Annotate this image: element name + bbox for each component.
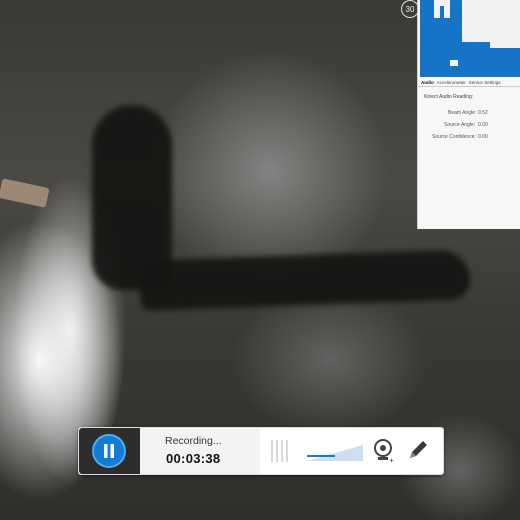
tab-sensor-settings[interactable]: Sensor Settings [469, 80, 501, 85]
webcam-add-icon[interactable]: + [373, 438, 395, 464]
panel-tabs: Audio Accelerometer Sensor Settings [418, 78, 520, 87]
pause-icon [104, 444, 114, 458]
source-angle-value: 0.00 [478, 122, 488, 128]
map-thumbnail [420, 0, 520, 77]
svg-text:+: + [389, 456, 394, 464]
pause-button[interactable] [92, 434, 126, 468]
kinect-info-panel: Audio Accelerometer Sensor Settings Kine… [417, 0, 520, 229]
source-confidence-value: 0.00 [478, 134, 488, 140]
beam-angle-label: Beam Angle: [448, 110, 477, 116]
recording-toolbar: Recording... 00:03:38 + [78, 427, 444, 475]
pen-icon[interactable] [407, 439, 429, 461]
recording-status-label: Recording... [165, 435, 222, 447]
tab-audio[interactable]: Audio [421, 80, 434, 85]
audio-meter-icon [271, 440, 291, 462]
recording-timer: 00:03:38 [166, 451, 221, 466]
stick-object [0, 178, 50, 208]
source-angle-label: Source Angle: [444, 122, 476, 128]
recording-status-box: Recording... 00:03:38 [140, 428, 260, 474]
audio-reading-heading: Kinect Audio Reading: [424, 94, 474, 100]
beam-angle-value: 0.52 [478, 110, 488, 116]
source-confidence-label: Source Confidence: [432, 134, 476, 140]
shadow-shape [139, 249, 471, 311]
tab-accelerometer[interactable]: Accelerometer [437, 80, 466, 85]
volume-slider-icon[interactable] [307, 445, 363, 461]
recording-control-area [79, 428, 140, 474]
